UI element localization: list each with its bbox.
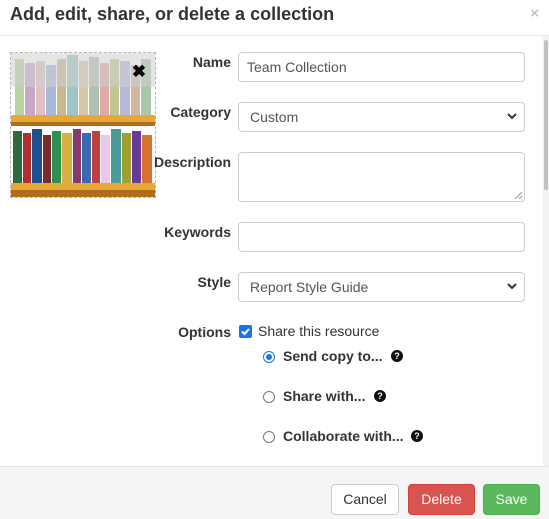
save-button[interactable]: Save: [483, 484, 540, 515]
help-icon[interactable]: ?: [411, 430, 423, 442]
keywords-input[interactable]: [238, 222, 525, 252]
send-copy-label[interactable]: Send copy to...: [283, 348, 383, 364]
share-with-radio[interactable]: [263, 391, 275, 403]
keywords-label: Keywords: [164, 224, 231, 240]
resize-grip-icon[interactable]: [514, 191, 523, 200]
share-checkbox-label[interactable]: Share this resource: [258, 323, 379, 339]
close-icon[interactable]: ×: [530, 5, 539, 22]
collaborate-label[interactable]: Collaborate with...: [283, 428, 404, 444]
chevron-down-icon: [507, 283, 517, 290]
name-label: Name: [192, 54, 231, 70]
description-input[interactable]: [238, 152, 525, 202]
name-input[interactable]: [238, 52, 525, 82]
cancel-button[interactable]: Cancel: [331, 484, 399, 515]
modal-header: Add, edit, share, or delete a collection…: [0, 0, 549, 36]
send-copy-radio[interactable]: [263, 351, 275, 363]
modal-title: Add, edit, share, or delete a collection: [10, 4, 335, 24]
style-select[interactable]: Report Style Guide: [238, 272, 525, 302]
help-icon[interactable]: ?: [374, 390, 386, 402]
scrollbar-thumb[interactable]: [544, 40, 548, 190]
style-label: Style: [197, 274, 231, 290]
share-with-label[interactable]: Share with...: [283, 388, 365, 404]
share-checkbox[interactable]: [239, 325, 252, 338]
checkmark-icon: [241, 328, 250, 336]
category-select[interactable]: Custom: [238, 102, 525, 132]
collaborate-radio[interactable]: [263, 431, 275, 443]
chevron-down-icon: [507, 113, 517, 120]
category-value: Custom: [250, 109, 299, 125]
delete-button[interactable]: Delete: [408, 484, 475, 515]
style-value: Report Style Guide: [250, 279, 369, 295]
help-icon[interactable]: ?: [391, 350, 403, 362]
modal-footer: Cancel Delete Save: [0, 466, 549, 519]
options-label: Options: [178, 324, 231, 340]
description-label: Description: [153, 154, 231, 170]
category-label: Category: [170, 104, 231, 120]
